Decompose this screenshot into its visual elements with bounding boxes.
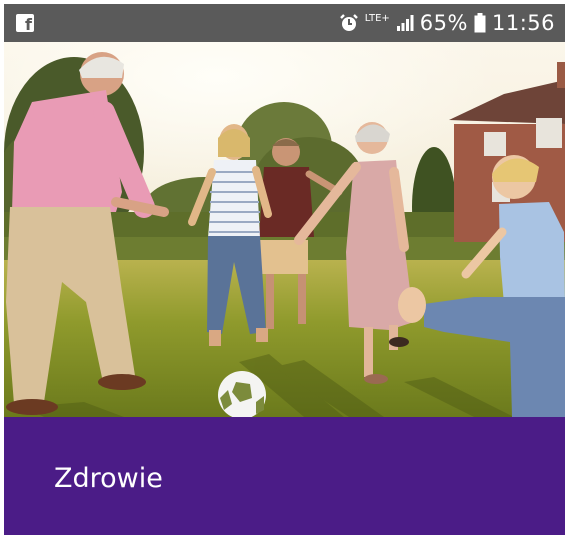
network-type: LTE+ bbox=[364, 13, 390, 24]
category-title: Zdrowie bbox=[54, 463, 163, 494]
battery-percent: 65% bbox=[419, 11, 468, 35]
screen: f LTE+ 65% 11:56 Zdrowie bbox=[4, 4, 565, 535]
hero-image bbox=[4, 42, 565, 417]
facebook-icon: f bbox=[16, 14, 34, 34]
status-bar: f LTE+ 65% 11:56 bbox=[4, 4, 565, 42]
signal-bars-icon bbox=[396, 14, 414, 32]
clock: 11:56 bbox=[491, 11, 555, 35]
battery-icon bbox=[474, 13, 486, 33]
football bbox=[218, 371, 266, 417]
category-card[interactable]: Zdrowie bbox=[4, 417, 565, 535]
status-indicators: LTE+ 65% 11:56 bbox=[339, 11, 555, 35]
alarm-clock-icon bbox=[339, 13, 359, 33]
